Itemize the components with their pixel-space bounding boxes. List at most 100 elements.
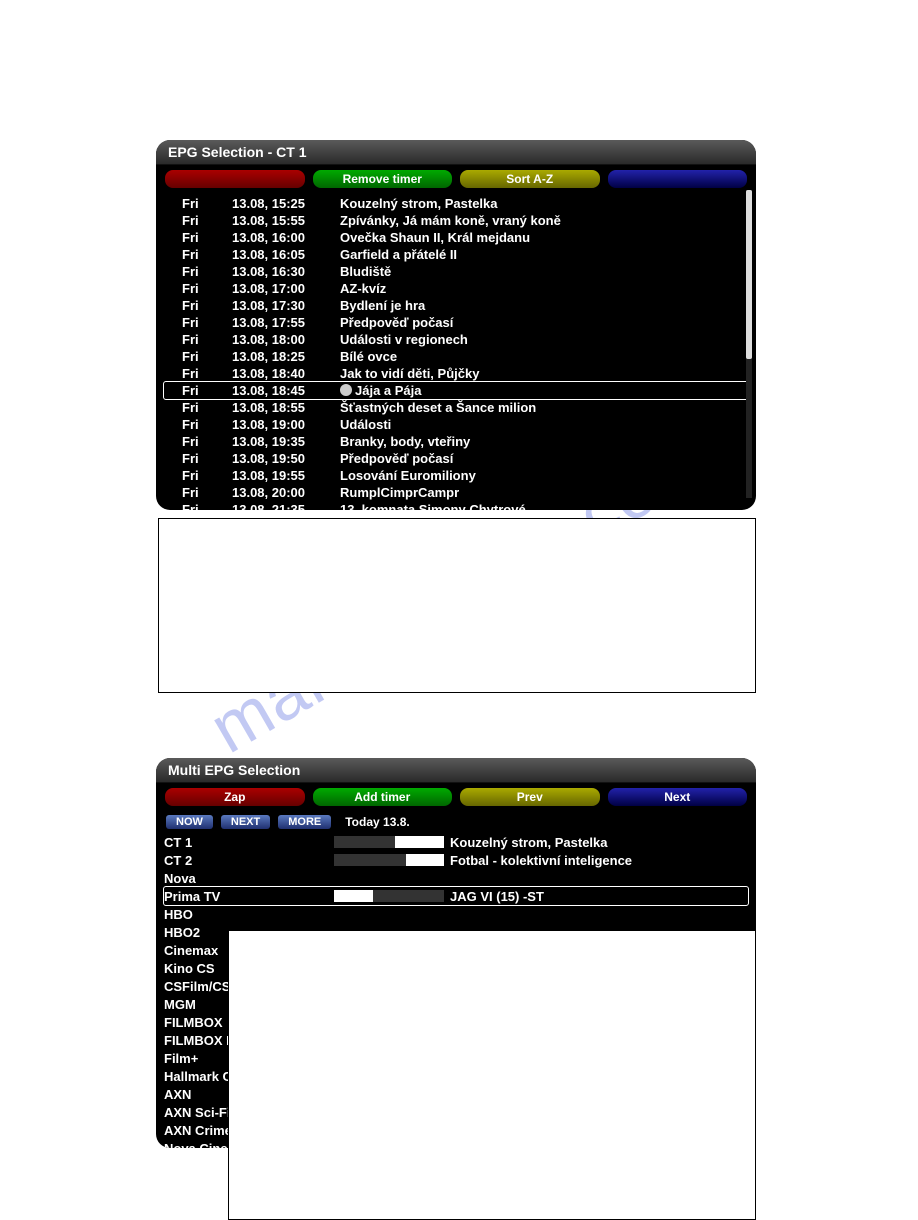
epg-row[interactable]: Fri13.08, 17:55Předpověď počasí [164,314,748,331]
row-title: 13. komnata Simony Chytrové [340,501,748,510]
epg-row[interactable]: Fri13.08, 17:30Bydlení je hra [164,297,748,314]
bar-segment [334,836,395,848]
row-title: AZ-kvíz [340,280,748,297]
overlay-box-2 [228,930,756,1220]
epg-row[interactable]: Fri13.08, 16:05Garfield a přátelé II [164,246,748,263]
channel-name: Nova [164,871,334,886]
row-title: Předpověď počasí [340,450,748,467]
bar-segment [373,890,445,902]
tab-next[interactable]: NEXT [221,815,270,829]
channel-name: CT 2 [164,853,334,868]
channel-name: CT 1 [164,835,334,850]
epg-row[interactable]: Fri13.08, 19:00Události [164,416,748,433]
date-label: Today 13.8. [345,815,409,829]
yellow-button[interactable]: Sort A-Z [459,169,601,189]
row-datetime: 13.08, 18:40 [232,365,340,382]
row-title: Ovečka Shaun II, Král mejdanu [340,229,748,246]
epg-row[interactable]: Fri13.08, 15:25Kouzelný strom, Pastelka [164,195,748,212]
tab-row: NOW NEXT MORE Today 13.8. [156,811,756,833]
red-button[interactable] [164,169,306,189]
row-datetime: 13.08, 18:45 [232,382,340,399]
row-datetime: 13.08, 18:55 [232,399,340,416]
program-title: Fotbal - kolektivní inteligence [450,853,632,868]
channel-row[interactable]: CT 2 Fotbal - kolektivní inteligence [164,851,748,869]
row-datetime: 13.08, 18:25 [232,348,340,365]
row-day: Fri [164,229,232,246]
color-button-row: Zap Add timer Prev Next [156,783,756,811]
epg-row[interactable]: Fri13.08, 19:50Předpověď počasí [164,450,748,467]
row-datetime: 13.08, 15:25 [232,195,340,212]
row-title: Bydlení je hra [340,297,748,314]
epg-row[interactable]: Fri13.08, 18:25Bílé ovce [164,348,748,365]
tab-more[interactable]: MORE [278,815,331,829]
bar-segment [406,854,445,866]
channel-name: Prima TV [164,889,334,904]
channel-row[interactable]: HBO [164,905,748,923]
row-day: Fri [164,212,232,229]
epg-row[interactable]: Fri13.08, 16:30Bludiště [164,263,748,280]
row-day: Fri [164,399,232,416]
row-day: Fri [164,348,232,365]
program-title: Kouzelný strom, Pastelka [450,835,608,850]
row-datetime: 13.08, 17:55 [232,314,340,331]
row-day: Fri [164,331,232,348]
bar-segment [334,890,373,902]
epg-row[interactable]: Fri13.08, 18:00Události v regionech [164,331,748,348]
progress-bar [334,836,444,848]
row-datetime: 13.08, 19:35 [232,433,340,450]
window-title: EPG Selection - CT 1 [156,140,756,165]
row-day: Fri [164,314,232,331]
record-icon [340,384,352,396]
row-day: Fri [164,433,232,450]
epg-row[interactable]: Fri13.08, 21:3513. komnata Simony Chytro… [164,501,748,510]
color-button-row: Remove timer Sort A-Z [156,165,756,193]
row-title: Zpívánky, Já mám koně, vraný koně [340,212,748,229]
epg-row[interactable]: Fri13.08, 15:55Zpívánky, Já mám koně, vr… [164,212,748,229]
row-title: Předpověď počasí [340,314,748,331]
yellow-button[interactable]: Prev [459,787,601,807]
epg-row[interactable]: Fri13.08, 18:55Šťastných deset a Šance m… [164,399,748,416]
epg-row[interactable]: Fri13.08, 16:00Ovečka Shaun II, Král mej… [164,229,748,246]
row-title: RumplCimprCampr [340,484,748,501]
red-button[interactable]: Zap [164,787,306,807]
green-button[interactable]: Add timer [312,787,454,807]
row-datetime: 13.08, 16:05 [232,246,340,263]
row-datetime: 13.08, 16:30 [232,263,340,280]
row-datetime: 13.08, 19:50 [232,450,340,467]
row-day: Fri [164,297,232,314]
overlay-box-1 [158,518,756,693]
row-datetime: 13.08, 17:30 [232,297,340,314]
row-title: Garfield a přátelé II [340,246,748,263]
epg-list[interactable]: Fri13.08, 15:25Kouzelný strom, PastelkaF… [156,193,756,510]
row-title: Jak to vidí děti, Půjčky [340,365,748,382]
channel-row[interactable]: Nova [164,869,748,887]
row-datetime: 13.08, 16:00 [232,229,340,246]
bar-segment [334,854,406,866]
row-day: Fri [164,246,232,263]
channel-row[interactable]: Prima TVJAG VI (15) -ST [163,886,749,906]
epg-row[interactable]: Fri13.08, 19:55Losování Euromiliony [164,467,748,484]
row-title: Losování Euromiliony [340,467,748,484]
progress-bar [334,854,444,866]
blue-button[interactable] [607,169,749,189]
row-day: Fri [164,263,232,280]
tab-now[interactable]: NOW [166,815,213,829]
row-title: Události [340,416,748,433]
epg-row[interactable]: Fri13.08, 20:00RumplCimprCampr [164,484,748,501]
epg-row[interactable]: Fri13.08, 18:40Jak to vidí děti, Půjčky [164,365,748,382]
blue-button[interactable]: Next [607,787,749,807]
green-button[interactable]: Remove timer [312,169,454,189]
channel-row[interactable]: CT 1 Kouzelný strom, Pastelka [164,833,748,851]
channel-name: HBO [164,907,334,922]
scrollbar[interactable] [746,190,752,498]
window-title: Multi EPG Selection [156,758,756,783]
row-title: Události v regionech [340,331,748,348]
scrollbar-thumb[interactable] [746,190,752,359]
epg-window: EPG Selection - CT 1 Remove timer Sort A… [156,140,756,510]
epg-row[interactable]: Fri13.08, 17:00AZ-kvíz [164,280,748,297]
row-day: Fri [164,484,232,501]
epg-row[interactable]: Fri13.08, 18:45Jája a Pája [163,381,749,400]
epg-row[interactable]: Fri13.08, 19:35Branky, body, vteřiny [164,433,748,450]
row-title: Branky, body, vteřiny [340,433,748,450]
row-datetime: 13.08, 19:00 [232,416,340,433]
